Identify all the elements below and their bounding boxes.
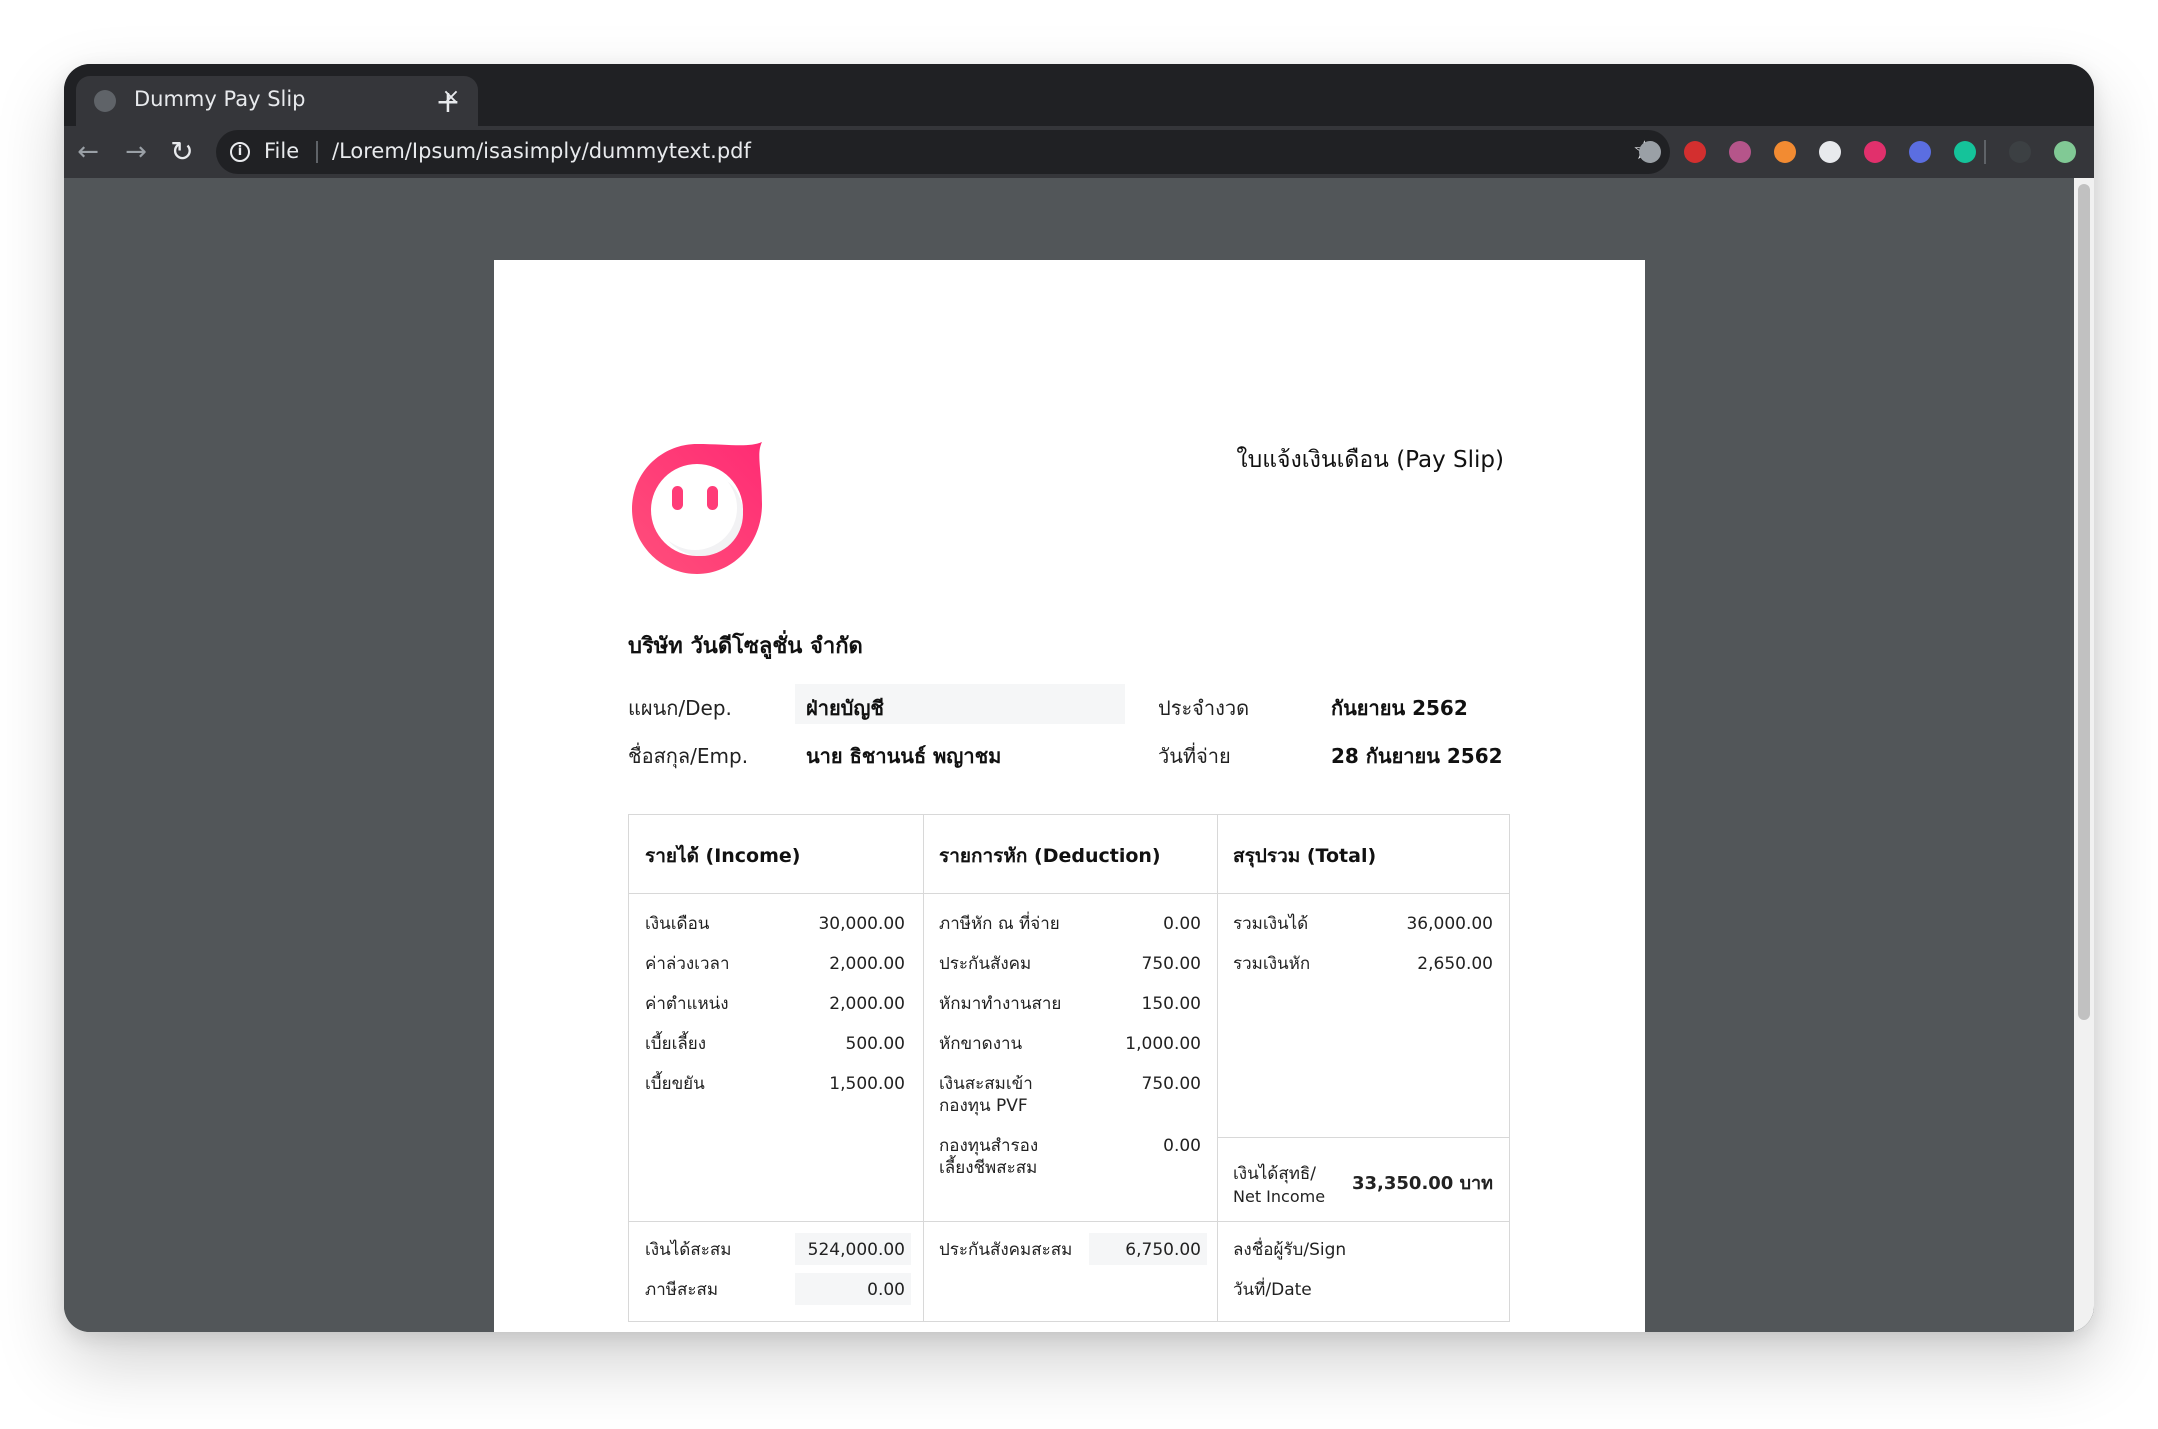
- ytd-income-value: 524,000.00: [807, 1240, 905, 1260]
- ytd-ss-value: 6,750.00: [1125, 1240, 1201, 1260]
- deduction-item-label: กองทุนสำรอง: [939, 1136, 1039, 1156]
- pay-date-value: 28 กันยายน 2562: [1331, 744, 1503, 768]
- pdf-page: ใบแจ้งเงินเดือน (Pay Slip) บริษัท วันดีโ…: [494, 260, 1645, 1332]
- net-income-label-en: Net Income: [1233, 1187, 1326, 1206]
- back-icon[interactable]: ←: [70, 134, 106, 170]
- deduction-item-label-line2: เลี้ยงชีพสะสม: [939, 1158, 1038, 1178]
- instagram-icon[interactable]: [1864, 141, 1886, 163]
- net-divider: [1217, 1137, 1509, 1138]
- income-item-value: 1,500.00: [829, 1074, 905, 1094]
- pdf-viewer[interactable]: ใบแจ้งเงินเดือน (Pay Slip) บริษัท วันดีโ…: [64, 178, 2094, 1332]
- deduction-item-value: 1,000.00: [1125, 1034, 1201, 1054]
- column-divider: [1217, 815, 1218, 1321]
- employee-value: นาย ธิชานนธ์ พญาชม: [806, 744, 1002, 768]
- income-item-label: ค่าล่วงเวลา: [645, 954, 730, 974]
- address-bar[interactable]: i File /Lorem/Ipsum/isasimply/dummytext.…: [216, 130, 1670, 174]
- extension-orange-icon[interactable]: [1774, 141, 1796, 163]
- header-divider: [629, 893, 1509, 894]
- period-value: กันยายน 2562: [1331, 696, 1468, 720]
- deduction-item-label: หักมาทำงานสาย: [939, 994, 1062, 1014]
- globe-icon: [94, 90, 116, 112]
- ytd-tax-value: 0.00: [867, 1280, 905, 1300]
- total-header: สรุปรวม (Total): [1233, 845, 1377, 867]
- employee-label: ชื่อสกุล/Emp.: [628, 744, 749, 768]
- smiley-logo-icon: [632, 442, 762, 574]
- info-icon[interactable]: i: [230, 142, 250, 162]
- forward-icon[interactable]: →: [118, 134, 154, 170]
- deduction-item-value: 750.00: [1141, 954, 1201, 974]
- url-divider: [316, 141, 318, 163]
- update-icon[interactable]: [2054, 141, 2076, 163]
- income-item-label: ค่าตำแหน่ง: [645, 994, 729, 1014]
- ytd-tax-label: ภาษีสะสม: [645, 1280, 719, 1300]
- total-item-value: 36,000.00: [1406, 914, 1493, 934]
- document-title: ใบแจ้งเงินเดือน (Pay Slip): [1236, 447, 1504, 473]
- period-label: ประจำงวด: [1158, 696, 1250, 720]
- deduction-item-label: เงินสะสมเข้า: [939, 1074, 1033, 1094]
- grammarly-icon[interactable]: [1954, 141, 1976, 163]
- reload-icon[interactable]: ↻: [164, 134, 200, 170]
- deduction-item-label: ภาษีหัก ณ ที่จ่าย: [939, 914, 1060, 934]
- scrollbar-thumb[interactable]: [2078, 184, 2090, 1020]
- income-header: รายได้ (Income): [645, 845, 801, 867]
- ytd-ss-label: ประกันสังคมสะสม: [939, 1240, 1073, 1260]
- url-text[interactable]: /Lorem/Ipsum/isasimply/dummytext.pdf: [332, 139, 751, 163]
- total-item-label: รวมเงินหัก: [1233, 954, 1311, 974]
- browser-toolbar: ← → ↻ i File /Lorem/Ipsum/isasimply/dumm…: [64, 126, 2094, 178]
- income-item-value: 2,000.00: [829, 994, 905, 1014]
- browser-window: Dummy Pay Slip × + ← → ↻ i File /Lorem/I…: [64, 64, 2094, 1332]
- adblock-plus-icon[interactable]: [1684, 141, 1706, 163]
- sign-label: ลงชื่อผู้รับ/Sign: [1233, 1240, 1347, 1260]
- deduction-item-label: หักขาดงาน: [939, 1034, 1023, 1054]
- scrollbar[interactable]: [2074, 178, 2094, 1332]
- ytd-income-label: เงินได้สะสม: [645, 1240, 732, 1260]
- tab-strip: Dummy Pay Slip × +: [64, 64, 2094, 126]
- payslip-table: รายได้ (Income) รายการหัก (Deduction) สร…: [628, 814, 1510, 1322]
- summary-divider: [629, 1221, 1509, 1222]
- scheme-label: File: [264, 139, 300, 163]
- deduction-item-value: 750.00: [1141, 1074, 1201, 1094]
- deduction-item-value: 0.00: [1163, 1136, 1201, 1156]
- income-item-label: เบี้ยขยัน: [645, 1074, 705, 1094]
- deduction-item-label-line2: กองทุน PVF: [939, 1096, 1028, 1116]
- company-name: บริษัท วันดีโซลูชั่น จำกัด: [628, 634, 863, 659]
- income-item-label: เบี้ยเลี้ยง: [645, 1034, 707, 1054]
- total-item-label: รวมเงินได้: [1233, 914, 1309, 934]
- new-tab-button[interactable]: +: [428, 84, 468, 124]
- net-income-value: 33,350.00 บาท: [1351, 1173, 1493, 1194]
- tab-title: Dummy Pay Slip: [134, 87, 306, 111]
- deduction-header: รายการหัก (Deduction): [939, 845, 1161, 867]
- extensions-divider: [1984, 140, 1986, 164]
- department-label: แผนก/Dep.: [628, 696, 732, 720]
- income-item-label: เงินเดือน: [645, 914, 710, 934]
- pay-date-label: วันที่จ่าย: [1158, 744, 1231, 768]
- extension-record-icon[interactable]: [1729, 141, 1751, 163]
- net-income-label: เงินได้สุทธิ/: [1233, 1164, 1317, 1184]
- deduction-item-label: ประกันสังคม: [939, 954, 1032, 974]
- total-item-value: 2,650.00: [1417, 954, 1493, 974]
- income-item-value: 30,000.00: [818, 914, 905, 934]
- browser-tab[interactable]: Dummy Pay Slip ×: [76, 76, 478, 126]
- income-item-value: 500.00: [845, 1034, 905, 1054]
- deduction-item-value: 0.00: [1163, 914, 1201, 934]
- date-label: วันที่/Date: [1233, 1280, 1312, 1300]
- extension-blue-icon[interactable]: [1909, 141, 1931, 163]
- tab-manager-icon[interactable]: [1639, 141, 1661, 163]
- income-item-value: 2,000.00: [829, 954, 905, 974]
- extension-cloud-icon[interactable]: [1819, 141, 1841, 163]
- deduction-item-value: 150.00: [1141, 994, 1201, 1014]
- department-value: ฝ่ายบัญชี: [806, 696, 884, 720]
- profile-avatar-icon[interactable]: [2009, 141, 2031, 163]
- column-divider: [923, 815, 924, 1321]
